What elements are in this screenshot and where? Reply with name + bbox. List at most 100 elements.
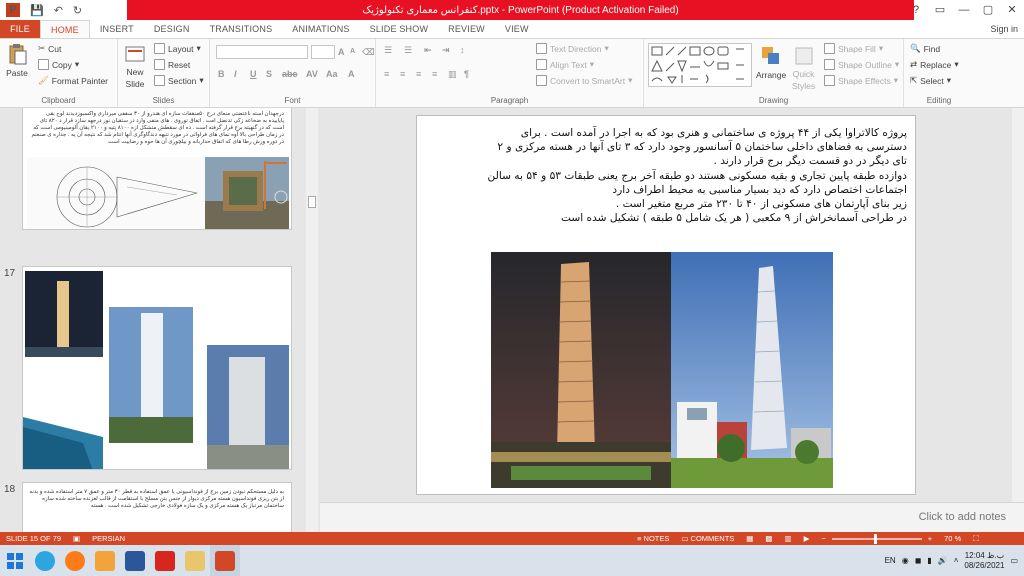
language-tray[interactable]: EN — [885, 556, 896, 565]
align-text-button[interactable]: Align Text ▾ — [536, 59, 594, 70]
shrink-font-icon[interactable]: A — [350, 48, 355, 55]
cut-button[interactable]: ✂ Cut — [38, 43, 61, 54]
sign-in-link[interactable]: Sign in — [990, 20, 1024, 38]
slide-sorter-icon[interactable]: ▩ — [759, 534, 778, 543]
justify-icon[interactable]: ≡ — [432, 69, 437, 79]
firefox-taskbar-icon[interactable] — [60, 545, 90, 576]
arrange-button[interactable]: Arrange — [756, 45, 786, 80]
paste-button[interactable]: Paste — [6, 43, 28, 78]
slideshow-icon[interactable]: ▶ — [798, 534, 816, 543]
file-explorer-taskbar-icon[interactable] — [180, 545, 210, 576]
find-button[interactable]: 🔍 Find — [910, 43, 940, 54]
bold-icon[interactable]: B — [218, 69, 225, 79]
acrobat-taskbar-icon[interactable] — [150, 545, 180, 576]
tab-insert[interactable]: INSERT — [90, 20, 144, 38]
slide-scrollbar[interactable] — [1012, 108, 1024, 502]
font-color-icon[interactable]: A — [348, 69, 355, 79]
notes-toggle[interactable]: ≡ NOTES — [631, 534, 675, 543]
thumbnail-scroll-thumb[interactable] — [308, 196, 316, 208]
columns-icon[interactable]: ▥ — [448, 69, 457, 80]
save-icon[interactable]: 💾 — [30, 4, 44, 17]
comments-toggle[interactable]: ▭ COMMENTS — [675, 534, 740, 543]
grow-font-icon[interactable]: A — [338, 47, 345, 57]
tab-view[interactable]: VIEW — [495, 20, 539, 38]
bullets-icon[interactable]: ☰ — [384, 45, 392, 56]
ribbon-display-options-icon[interactable]: ▭ — [928, 0, 952, 20]
media-player-taskbar-icon[interactable] — [90, 545, 120, 576]
tab-file[interactable]: FILE — [0, 20, 40, 38]
shape-outline-button[interactable]: Shape Outline ▾ — [824, 59, 899, 70]
change-case-icon[interactable]: Aa — [326, 69, 338, 79]
reset-button[interactable]: Reset — [154, 59, 190, 70]
notifications-icon[interactable]: ▭ — [1010, 556, 1018, 565]
undo-icon[interactable]: ↶ — [54, 4, 63, 17]
normal-view-icon[interactable]: ▦ — [740, 534, 759, 543]
chevron-up-icon[interactable]: ˄ — [954, 556, 959, 565]
clear-format-icon[interactable]: ⌫ — [362, 47, 375, 58]
fit-to-window-icon[interactable]: ⛶ — [967, 534, 984, 544]
turning-torso-image[interactable] — [491, 252, 833, 488]
tab-review[interactable]: REVIEW — [438, 20, 495, 38]
align-center-icon[interactable]: ≡ — [400, 69, 405, 79]
align-right-icon[interactable]: ≡ — [416, 69, 421, 79]
decrease-indent-icon[interactable]: ⇤ — [424, 45, 432, 56]
tab-transitions[interactable]: TRANSITIONS — [200, 20, 283, 38]
zoom-slider-thumb[interactable] — [873, 533, 877, 544]
powerpoint-taskbar-icon[interactable] — [210, 545, 240, 576]
telegram-taskbar-icon[interactable] — [30, 545, 60, 576]
convert-smartart-button[interactable]: Convert to SmartArt ▾ — [536, 75, 632, 86]
clock[interactable]: 12:04 ب.ظ 08/26/2021 — [964, 551, 1004, 571]
shape-effects-button[interactable]: Shape Effects ▾ — [824, 75, 898, 86]
increase-indent-icon[interactable]: ⇥ — [442, 45, 450, 56]
slide-thumbnail-16[interactable]: درجهدان استه ناعتضتی منعای درج ۵۰منقفات … — [22, 108, 292, 230]
section-button[interactable]: Section ▾ — [154, 75, 204, 86]
notes-pane[interactable]: Click to add notes — [320, 502, 1024, 532]
select-button[interactable]: ⇱ Select ▾ — [910, 75, 951, 86]
align-left-icon[interactable]: ≡ — [384, 69, 389, 79]
italic-icon[interactable]: I — [234, 69, 237, 79]
notes-placeholder[interactable]: Click to add notes — [919, 511, 1006, 523]
network-icon[interactable]: ▮ — [927, 556, 931, 565]
tab-slide-show[interactable]: SLIDE SHOW — [360, 20, 439, 38]
tab-home[interactable]: HOME — [40, 20, 90, 38]
zoom-in-button[interactable]: + — [922, 534, 938, 543]
font-name-combo[interactable] — [216, 45, 308, 59]
thumbnail-scrollbar[interactable] — [306, 108, 318, 532]
close-button[interactable]: ✕ — [1000, 0, 1024, 20]
start-button[interactable] — [0, 545, 30, 576]
zoom-slider[interactable] — [831, 533, 922, 544]
tray-app-icon[interactable]: ◼ — [915, 556, 922, 565]
quick-styles-button[interactable]: Quick Styles — [792, 45, 815, 91]
redo-icon[interactable]: ↻ — [73, 4, 82, 17]
reading-view-icon[interactable]: ▥ — [778, 534, 797, 543]
copy-button[interactable]: Copy ▾ — [38, 59, 79, 70]
rtl-icon[interactable]: ¶ — [464, 69, 469, 79]
shadow-icon[interactable]: S — [266, 69, 272, 79]
tab-design[interactable]: DESIGN — [144, 20, 200, 38]
volume-icon[interactable]: 🔊 — [938, 556, 948, 565]
strikethrough-icon[interactable]: abc — [282, 69, 298, 79]
slide-thumbnail-18[interactable]: به دلیل مستحکم نبودن زمین برج از فونداسی… — [22, 482, 292, 532]
text-direction-button[interactable]: Text Direction ▾ — [536, 43, 609, 54]
maximize-button[interactable]: ▢ — [976, 0, 1000, 20]
new-slide-button[interactable]: New Slide — [124, 43, 146, 89]
slide-thumbnail-17[interactable] — [22, 266, 292, 470]
language-indicator[interactable]: PERSIAN — [86, 534, 131, 543]
tab-animations[interactable]: ANIMATIONS — [282, 20, 359, 38]
help-icon[interactable]: ? — [904, 0, 928, 20]
minimize-button[interactable]: — — [952, 0, 976, 20]
format-painter-button[interactable]: 🖌 Format Painter — [38, 75, 108, 86]
shapes-gallery[interactable] — [648, 43, 752, 87]
font-size-combo[interactable] — [311, 45, 335, 59]
zoom-out-button[interactable]: − — [815, 534, 831, 543]
spell-check-icon[interactable]: ▣ — [67, 534, 86, 543]
shape-fill-button[interactable]: Shape Fill ▾ — [824, 43, 883, 54]
word-taskbar-icon[interactable] — [120, 545, 150, 576]
numbering-icon[interactable]: ☰ — [404, 45, 412, 56]
tray-app-icon[interactable]: ◉ — [902, 556, 909, 565]
slide-text-box[interactable]: پروژه کالاتراوا یکی از ۴۴ پروژه ی ساختما… — [427, 126, 907, 225]
line-spacing-icon[interactable]: ↕ — [460, 45, 465, 55]
zoom-level[interactable]: 70 % — [938, 534, 967, 543]
current-slide[interactable]: پروژه کالاتراوا یکی از ۴۴ پروژه ی ساختما… — [416, 115, 916, 495]
character-spacing-icon[interactable]: AV — [306, 69, 318, 79]
